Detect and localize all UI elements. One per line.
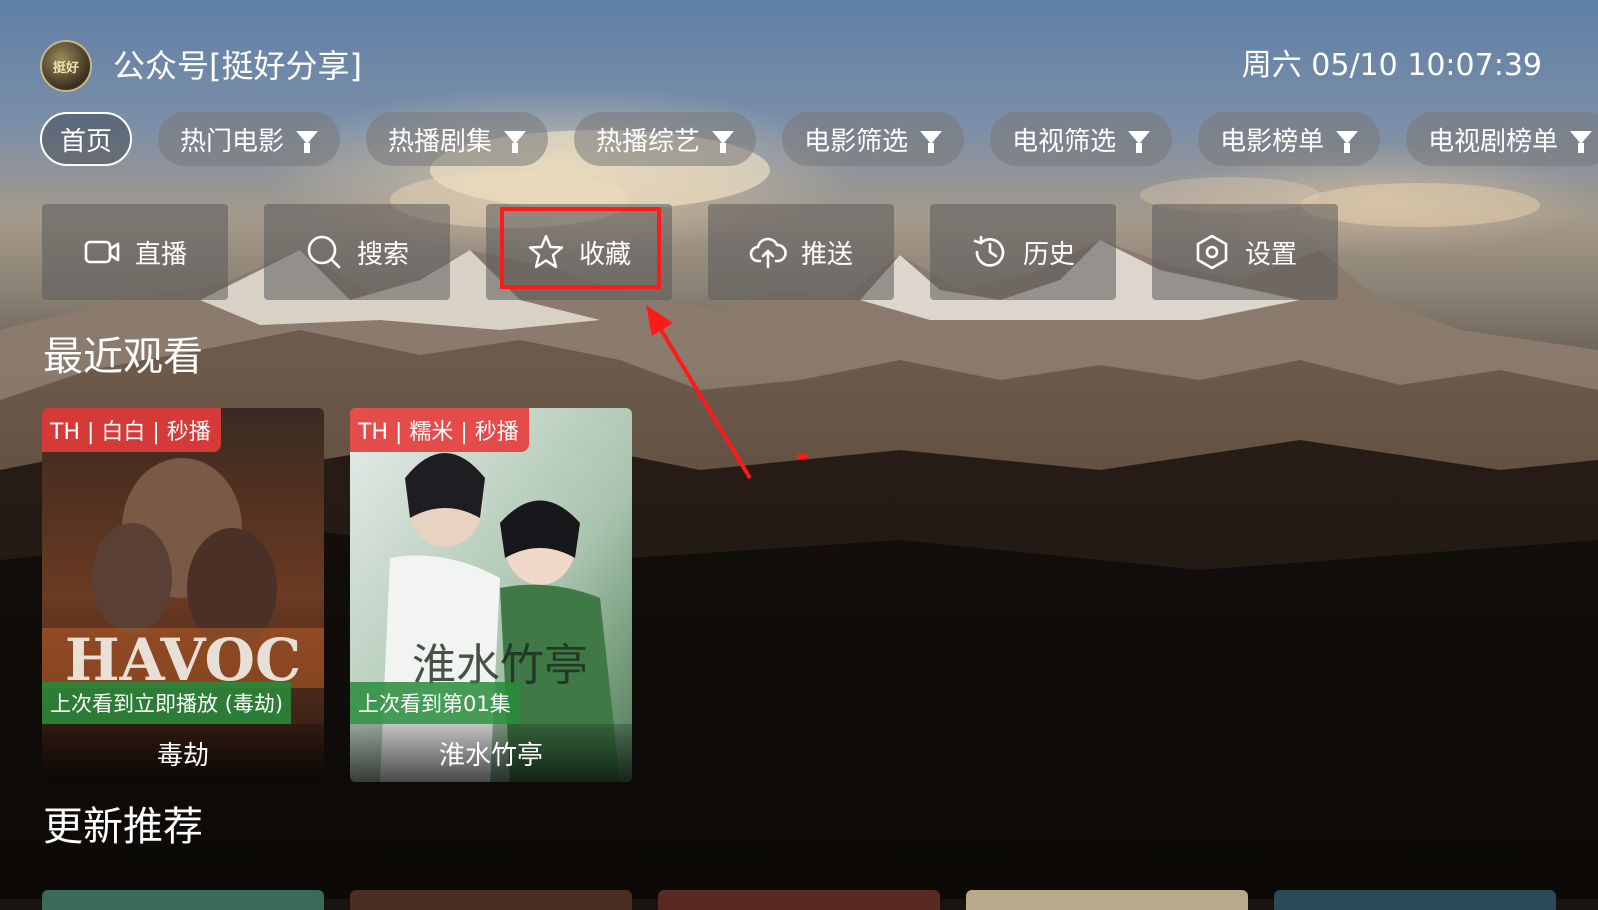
datetime-display: 周六 05/10 10:07:39 (1241, 48, 1542, 83)
filter-icon (296, 130, 319, 153)
update-card[interactable] (350, 890, 632, 910)
filter-icon (1128, 130, 1151, 153)
action-label: 直播 (134, 239, 187, 270)
settings-button[interactable]: 设置 (1152, 204, 1338, 300)
tab-label: 首页 (60, 126, 113, 157)
tab-label: 电影筛选 (804, 126, 909, 157)
progress-text: 上次看到第01集 (358, 692, 511, 716)
updates-section-title: 更新推荐 (43, 804, 203, 850)
tab-tv-filter[interactable]: 电视筛选 (990, 112, 1173, 166)
tab-hot-movies[interactable]: 热门电影 (158, 112, 341, 166)
tab-tv-ranking[interactable]: 电视剧榜单 (1406, 112, 1598, 166)
live-button[interactable]: 直播 (42, 204, 228, 300)
source-badge: TH | 糯米 | 秒播 (350, 408, 529, 452)
quick-actions: 直播 搜索 收藏 推送 历史 设置 (42, 204, 1338, 300)
filter-icon (1570, 130, 1593, 153)
badge-text: TH | 白白 | 秒播 (50, 420, 211, 445)
tab-label: 热播剧集 (388, 126, 493, 157)
watch-progress: 上次看到第01集 (350, 682, 519, 724)
highlight-box (500, 207, 661, 289)
category-tabs: 首页 热门电影 热播剧集 热播综艺 电影筛选 电视筛选 电影榜单 电视剧榜单 (40, 112, 1598, 166)
settings-icon (1196, 234, 1228, 270)
tab-label: 电视剧榜单 (1428, 126, 1559, 157)
filter-icon (504, 130, 527, 153)
update-card[interactable] (966, 890, 1248, 910)
tab-label: 电视筛选 (1012, 126, 1117, 157)
tab-label: 电影榜单 (1220, 126, 1325, 157)
update-card[interactable] (658, 890, 940, 910)
tab-label: 热门电影 (180, 126, 285, 157)
tab-hot-variety[interactable]: 热播综艺 (574, 112, 757, 166)
tab-movie-filter[interactable]: 电影筛选 (782, 112, 965, 166)
filter-icon (920, 130, 943, 153)
cloud-upload-icon (749, 237, 787, 269)
search-button[interactable]: 搜索 (264, 204, 450, 300)
action-label: 设置 (1244, 239, 1297, 270)
card-title: 淮水竹亭 (350, 724, 632, 782)
recent-section-title: 最近观看 (43, 334, 203, 380)
camera-icon (84, 240, 120, 264)
logo-text: 挺好 (52, 60, 79, 76)
source-badge: TH | 白白 | 秒播 (42, 408, 221, 452)
recent-card[interactable]: 淮水竹亭 TH | 糯米 | 秒播 上次看到第01集 淮水竹亭 (350, 408, 632, 782)
history-icon (973, 235, 1005, 267)
filter-icon (1336, 130, 1359, 153)
update-card[interactable] (1274, 890, 1556, 910)
tab-hot-series[interactable]: 热播剧集 (366, 112, 549, 166)
progress-text: 上次看到立即播放 (毒劫) (50, 692, 284, 716)
action-label: 历史 (1022, 239, 1075, 270)
search-icon (307, 235, 341, 269)
history-button[interactable]: 历史 (930, 204, 1116, 300)
filter-icon (712, 130, 735, 153)
card-title: 毒劫 (42, 724, 324, 782)
watch-progress: 上次看到立即播放 (毒劫) (42, 682, 292, 724)
update-card[interactable] (42, 890, 324, 910)
tab-movie-ranking[interactable]: 电影榜单 (1198, 112, 1381, 166)
recent-card[interactable]: HAVOC TH | 白白 | 秒播 上次看到立即播放 (毒劫) 毒劫 (42, 408, 324, 782)
push-button[interactable]: 推送 (708, 204, 894, 300)
recent-list: HAVOC TH | 白白 | 秒播 上次看到立即播放 (毒劫) 毒劫 淮水竹亭… (42, 408, 632, 782)
site-title: 公众号[挺好分享] (113, 47, 362, 85)
tab-label: 热播综艺 (596, 126, 701, 157)
tab-home[interactable]: 首页 (40, 112, 133, 166)
action-label: 推送 (800, 239, 853, 270)
app-logo: 挺好 (40, 40, 92, 92)
badge-text: TH | 糯米 | 秒播 (358, 420, 519, 445)
action-label: 搜索 (356, 239, 409, 270)
updates-list (42, 890, 1556, 910)
